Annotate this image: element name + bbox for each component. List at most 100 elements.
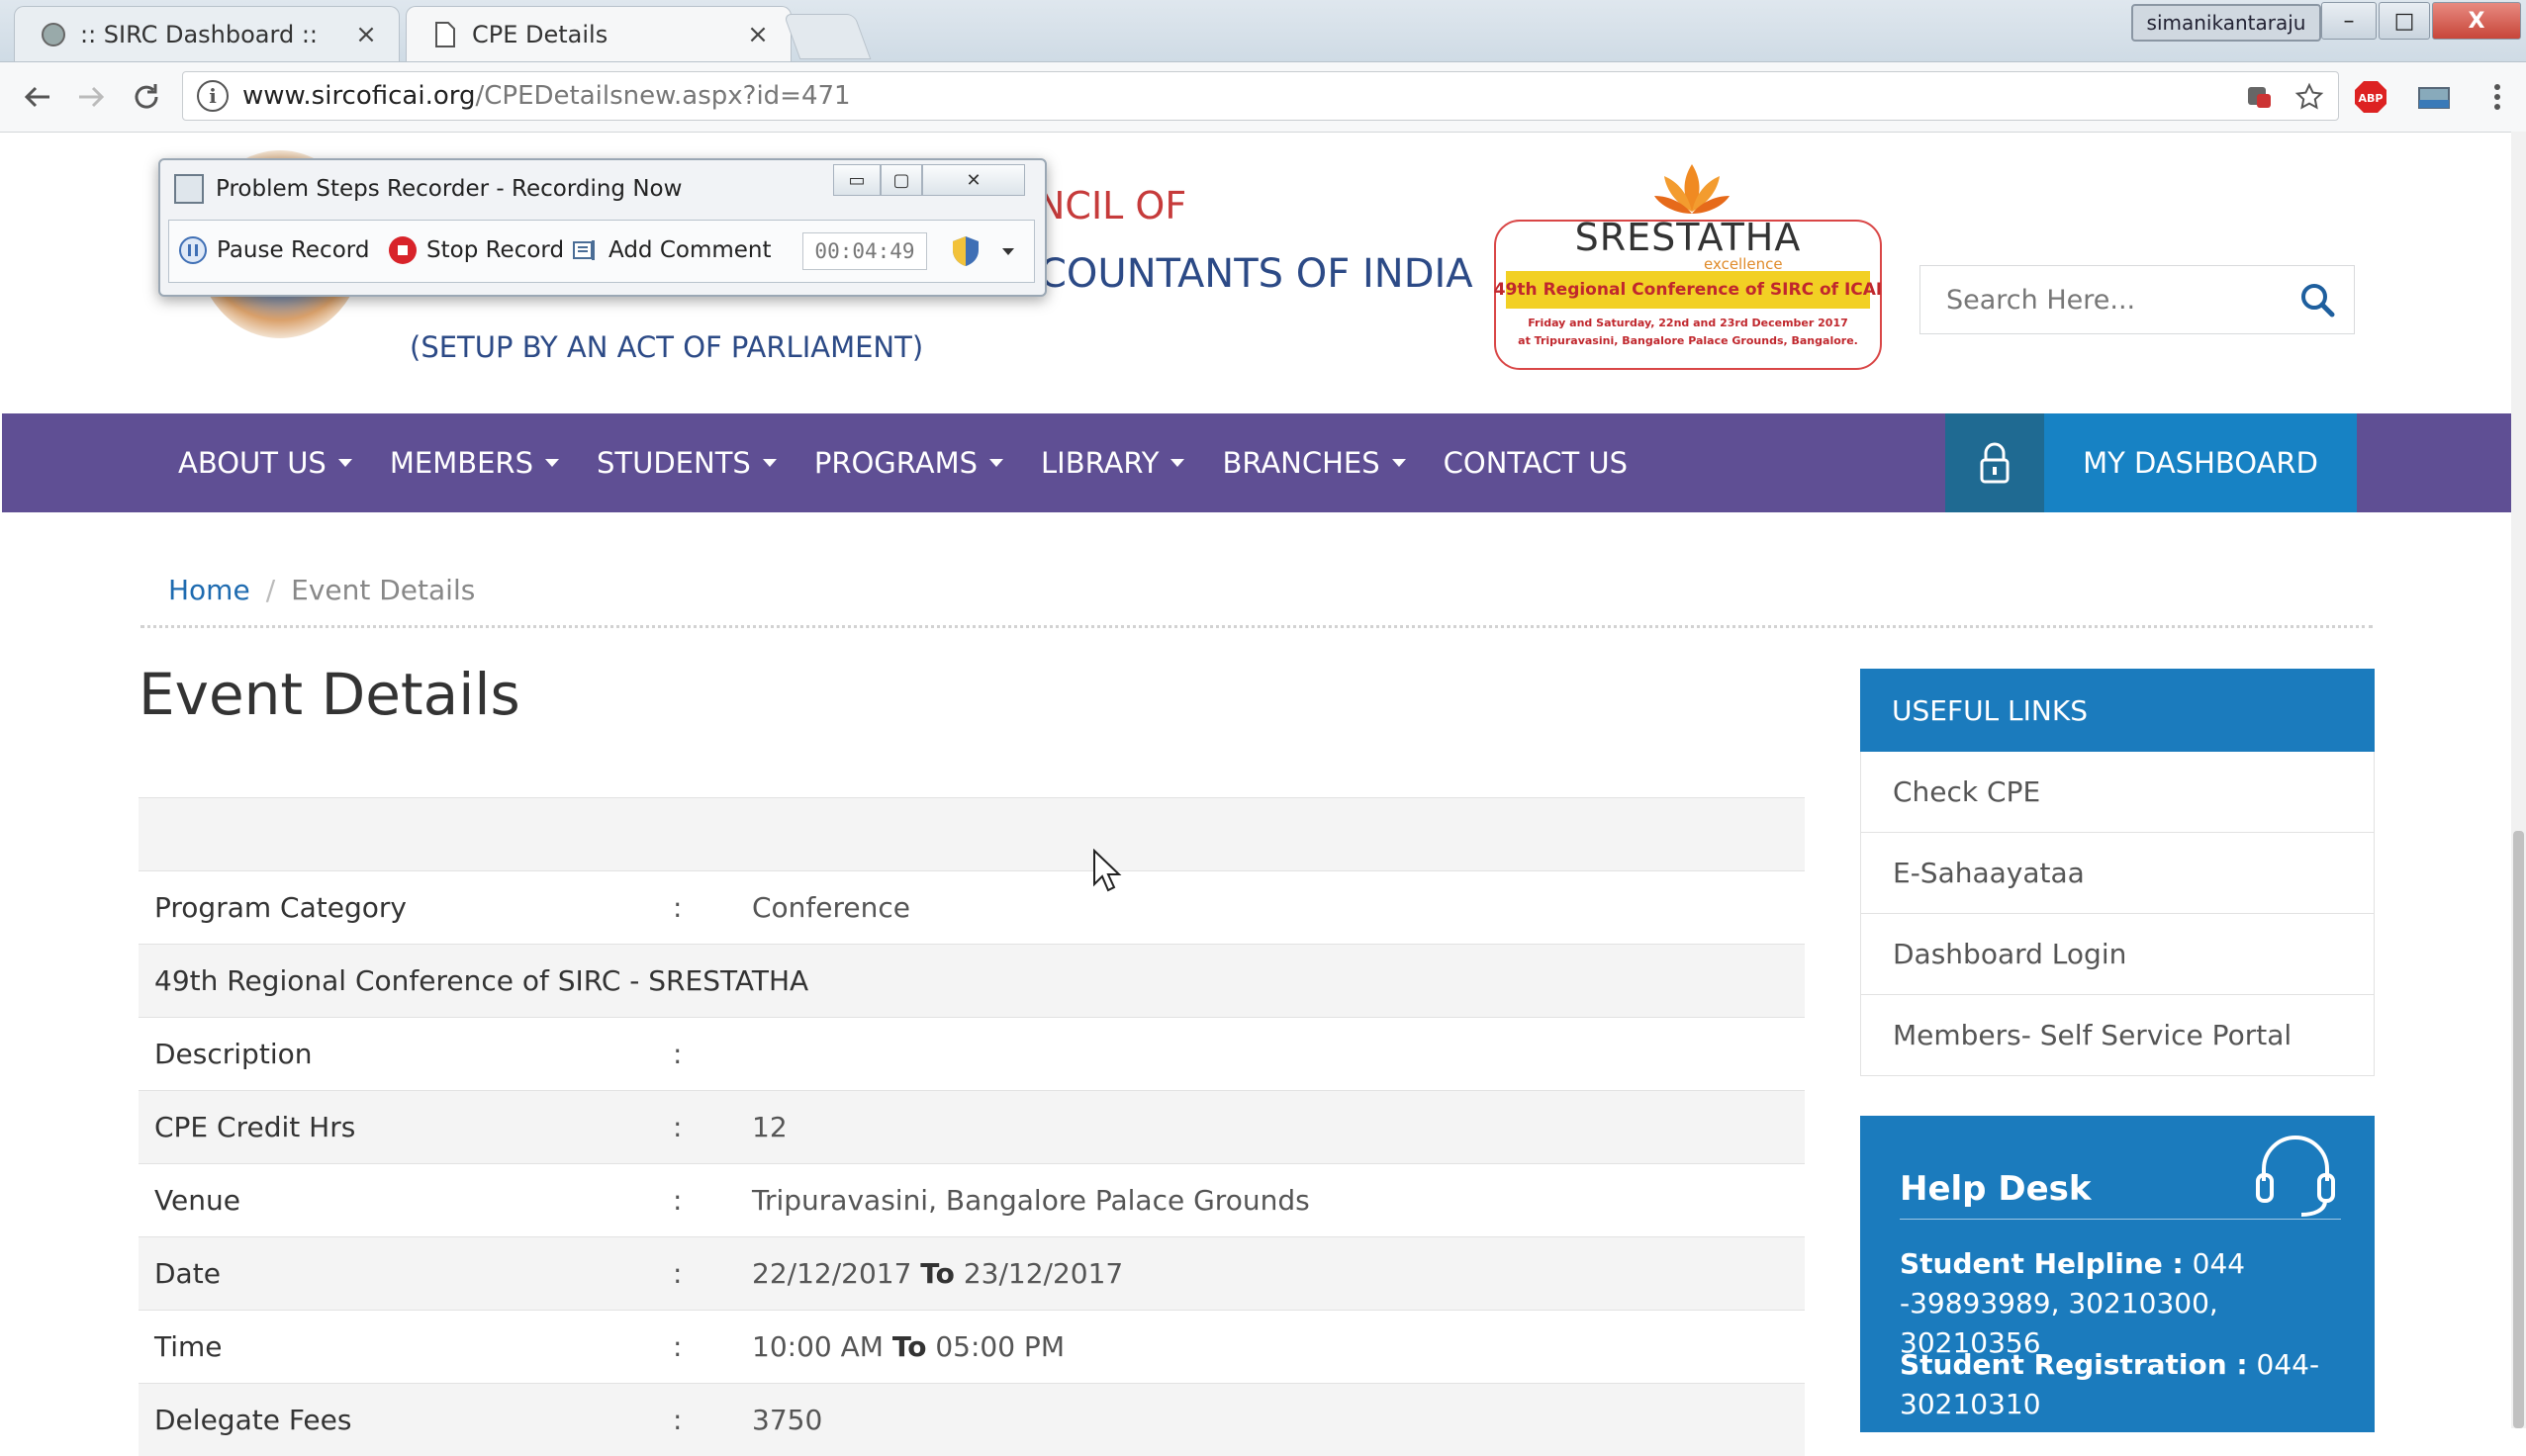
row-value: Tripuravasini, Bangalore Palace Grounds: [752, 1184, 1310, 1217]
time-from: 10:00 AM: [752, 1330, 884, 1363]
row-colon: :: [673, 1111, 683, 1143]
search-icon[interactable]: [2292, 275, 2342, 324]
caret-down-icon: [1170, 459, 1185, 467]
caret-down-icon: [762, 459, 777, 467]
url-path: /CPEDetailsnew.aspx?id=471: [475, 81, 851, 111]
tab-close-icon[interactable]: ×: [743, 20, 773, 49]
row-value: 10:00 AM To 05:00 PM: [752, 1330, 1065, 1363]
lock-icon[interactable]: [1945, 413, 2044, 512]
breadcrumb-home-link[interactable]: Home: [168, 574, 250, 606]
tab-sirc-dashboard[interactable]: :: SIRC Dashboard :: ×: [14, 6, 400, 61]
breadcrumb-separator: /: [265, 574, 276, 606]
forward-arrow-icon[interactable]: [69, 75, 113, 119]
maximize-button[interactable]: □: [2379, 2, 2430, 40]
table-row: Delegate Fees : 3750: [139, 1383, 1805, 1456]
conference-dates: Friday and Saturday, 22nd and 23rd Decem…: [1528, 317, 1848, 329]
row-label: Program Category: [154, 891, 407, 924]
caret-down-icon: [545, 459, 559, 467]
to-label: To: [920, 1257, 955, 1290]
row-colon: :: [673, 1038, 683, 1070]
recorder-app-icon: [174, 174, 204, 204]
recorder-maximize-button[interactable]: ▢: [881, 164, 922, 196]
back-arrow-icon[interactable]: [16, 75, 59, 119]
bookmark-star-icon[interactable]: [2290, 77, 2329, 117]
shield-icon[interactable]: [949, 234, 982, 268]
table-row: Description :: [139, 1017, 1805, 1090]
help-desk-panel: Help Desk Student Helpline : 044 -398939…: [1860, 1116, 2375, 1432]
table-row-empty: [139, 797, 1805, 870]
date-to: 23/12/2017: [963, 1257, 1124, 1290]
tab-close-icon[interactable]: ×: [351, 20, 381, 49]
link-e-sahaayataa[interactable]: E-Sahaayataa: [1860, 833, 2375, 914]
extension-icon[interactable]: [2414, 77, 2454, 117]
council-title-line2: COUNTANTS OF INDIA: [1039, 251, 1473, 297]
comment-icon: [571, 236, 599, 264]
nav-label: ABOUT US: [178, 446, 327, 480]
pause-record-button[interactable]: Pause Record: [179, 236, 369, 264]
address-bar[interactable]: i www.sircoficai.org /CPEDetailsnew.aspx…: [182, 71, 2339, 121]
globe-icon: [41, 22, 66, 47]
my-dashboard-button[interactable]: MY DASHBOARD: [2044, 413, 2357, 512]
nav-library[interactable]: LIBRARY: [1041, 446, 1185, 480]
breadcrumb: Home / Event Details: [168, 574, 475, 606]
row-colon: :: [673, 1184, 683, 1217]
minimize-button[interactable]: –: [2321, 2, 2377, 40]
nav-about-us[interactable]: ABOUT US: [178, 446, 352, 480]
nav-branches[interactable]: BRANCHES: [1222, 446, 1406, 480]
add-comment-button[interactable]: Add Comment: [571, 236, 772, 264]
close-window-button[interactable]: X: [2432, 2, 2521, 40]
caret-down-icon: [337, 459, 352, 467]
search-input[interactable]: [1944, 283, 2285, 317]
reload-icon[interactable]: [125, 75, 168, 119]
recorder-close-button[interactable]: ✕: [922, 164, 1025, 196]
table-row: 49th Regional Conference of SIRC - SREST…: [139, 944, 1805, 1017]
profile-badge[interactable]: simanikantaraju: [2131, 4, 2321, 42]
table-row: Time : 10:00 AM To 05:00 PM: [139, 1310, 1805, 1383]
row-colon: :: [673, 1257, 683, 1290]
link-dashboard-login[interactable]: Dashboard Login: [1860, 914, 2375, 995]
recorder-minimize-button[interactable]: ▭: [833, 164, 881, 196]
site-search: [1919, 265, 2355, 334]
helpline-label: Student Helpline :: [1900, 1247, 2184, 1280]
headset-icon: [2256, 1136, 2335, 1217]
nav-contact-us[interactable]: CONTACT US: [1444, 446, 1628, 480]
table-row: CPE Credit Hrs : 12: [139, 1090, 1805, 1163]
page-title: Event Details: [139, 661, 520, 728]
divider: [1900, 1219, 2341, 1220]
row-label: Description: [154, 1038, 313, 1070]
link-check-cpe[interactable]: Check CPE: [1860, 752, 2375, 833]
row-label: Time: [154, 1330, 223, 1363]
time-to: 05:00 PM: [935, 1330, 1065, 1363]
stop-record-button[interactable]: Stop Record: [389, 236, 564, 264]
row-colon: :: [673, 891, 683, 924]
info-icon[interactable]: i: [197, 80, 229, 112]
nav-members[interactable]: MEMBERS: [390, 446, 559, 480]
event-details-table: Program Category : Conference 49th Regio…: [139, 797, 1805, 1456]
scrollbar-thumb[interactable]: [2513, 831, 2524, 1428]
registration-label: Student Registration :: [1900, 1348, 2248, 1381]
recording-timer: 00:04:49: [802, 232, 927, 270]
row-value: Conference: [752, 891, 911, 924]
table-row: Date : 22/12/2017 To 23/12/2017: [139, 1236, 1805, 1310]
stop-record-label: Stop Record: [426, 237, 565, 263]
link-self-service-portal[interactable]: Members- Self Service Portal: [1860, 995, 2375, 1076]
stop-icon: [389, 236, 417, 264]
chevron-down-icon[interactable]: [996, 240, 1020, 264]
conference-banner[interactable]: SRESTATHA excellence 49th Regional Confe…: [1494, 160, 1882, 370]
adblock-icon[interactable]: ABP: [2351, 77, 2390, 117]
translate-icon[interactable]: [2240, 77, 2280, 117]
table-row: Venue : Tripuravasini, Bangalore Palace …: [139, 1163, 1805, 1236]
row-value: 12: [752, 1111, 788, 1143]
conference-brand: SRESTATHA: [1574, 216, 1802, 259]
pause-record-label: Pause Record: [217, 237, 370, 263]
pause-icon: [179, 236, 207, 264]
row-label: CPE Credit Hrs: [154, 1111, 356, 1143]
tab-cpe-details[interactable]: CPE Details ×: [406, 6, 792, 61]
nav-programs[interactable]: PROGRAMS: [814, 446, 1004, 480]
student-registration: Student Registration : 044-30210310: [1900, 1345, 2355, 1424]
tab-label: CPE Details: [472, 20, 608, 48]
nav-label: MEMBERS: [389, 446, 533, 480]
nav-students[interactable]: STUDENTS: [597, 446, 777, 480]
menu-kebab-icon[interactable]: [2478, 77, 2517, 117]
row-colon: :: [673, 1404, 683, 1436]
